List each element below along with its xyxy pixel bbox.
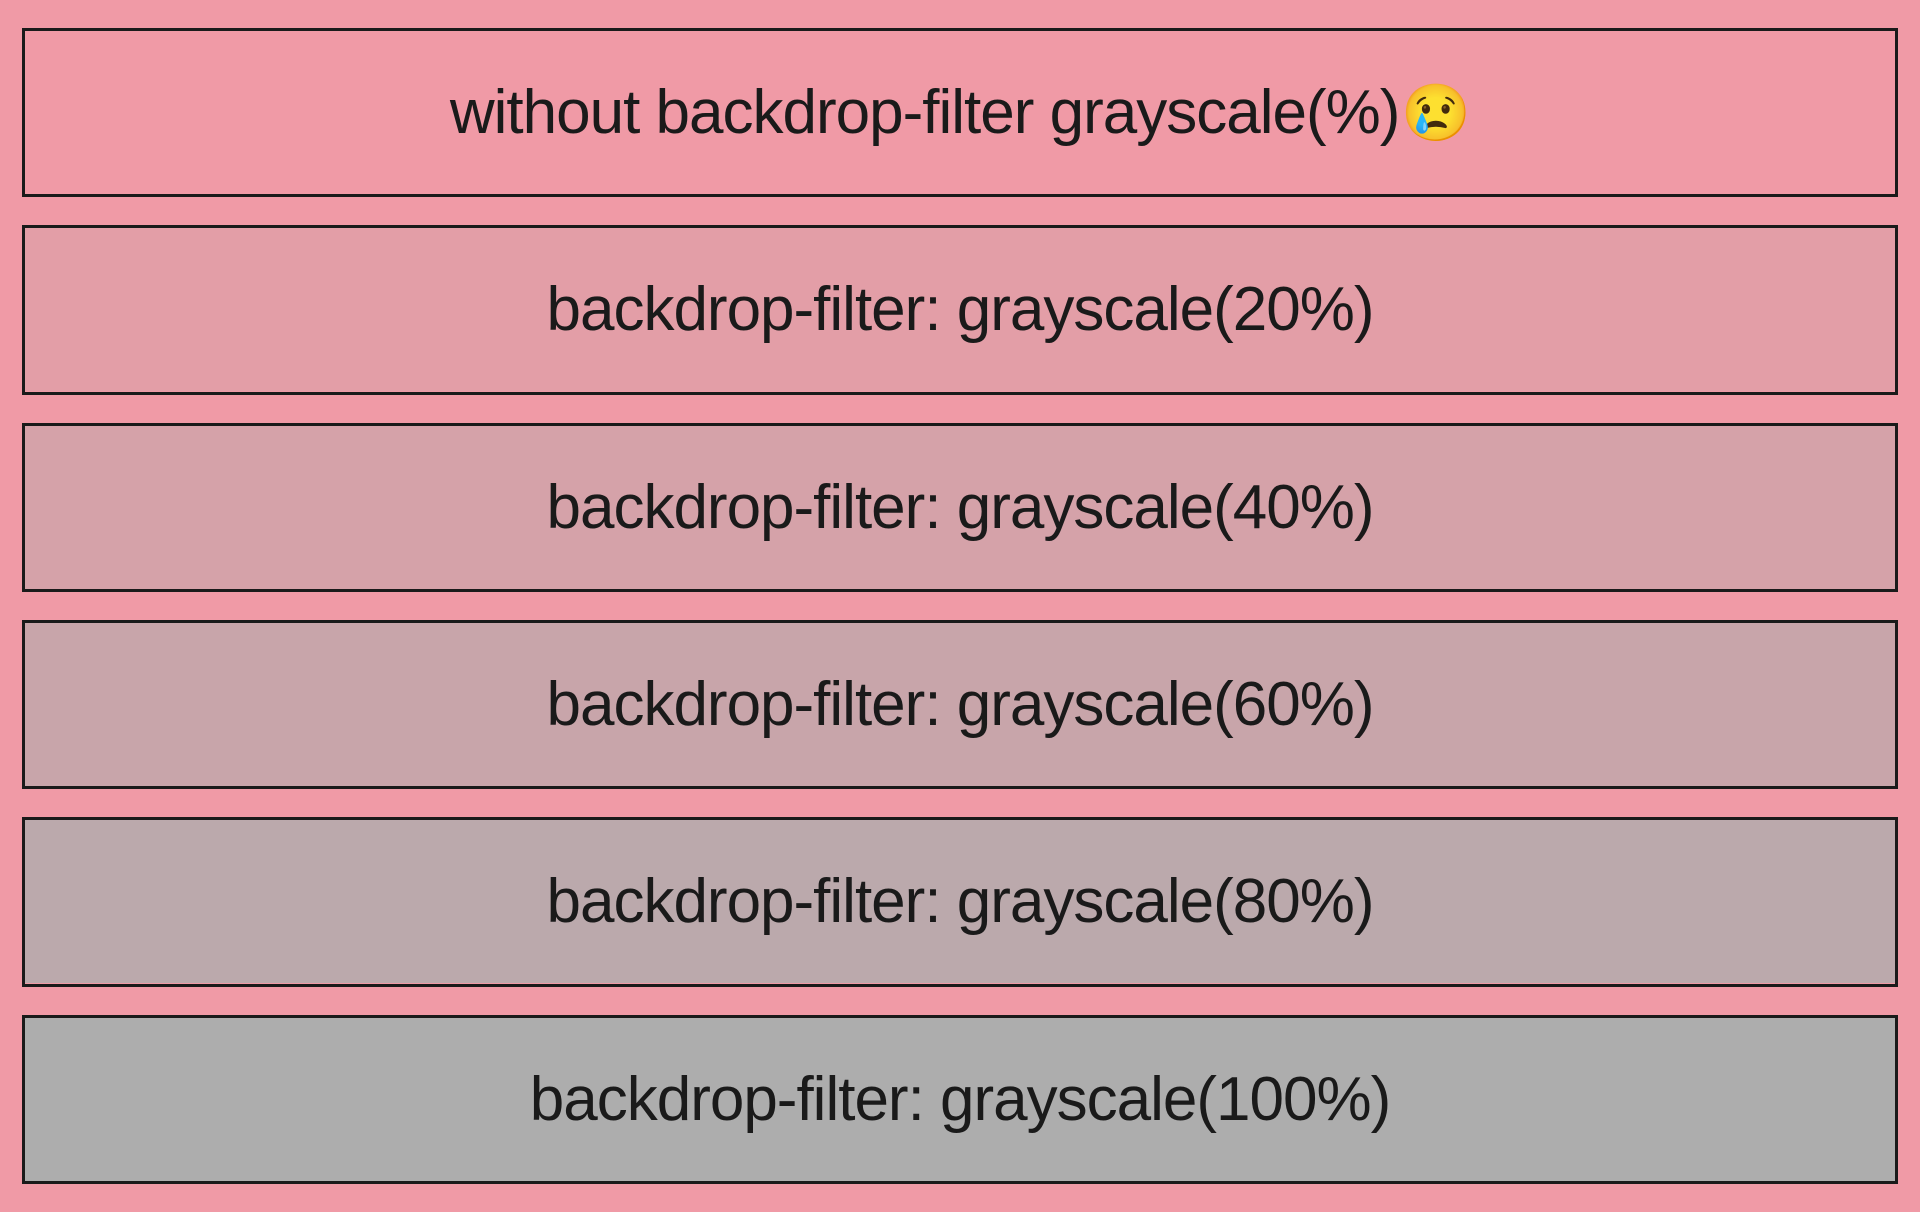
filter-row-100: backdrop-filter: grayscale(100%) [22,1015,1898,1184]
demo-stack: without backdrop-filter grayscale(%) 😢 b… [22,28,1898,1184]
filter-row-40: backdrop-filter: grayscale(40%) [22,423,1898,592]
row-label-text: backdrop-filter: grayscale(40%) [546,472,1373,543]
row-label-text: backdrop-filter: grayscale(100%) [530,1064,1391,1135]
filter-row-none: without backdrop-filter grayscale(%) 😢 [22,28,1898,197]
filter-row-60: backdrop-filter: grayscale(60%) [22,620,1898,789]
row-label: backdrop-filter: grayscale(80%) [546,866,1373,937]
filter-row-80: backdrop-filter: grayscale(80%) [22,817,1898,986]
row-label-text: backdrop-filter: grayscale(60%) [546,669,1373,740]
row-label: backdrop-filter: grayscale(20%) [546,274,1373,345]
row-label: backdrop-filter: grayscale(100%) [530,1064,1391,1135]
row-label: without backdrop-filter grayscale(%) 😢 [450,77,1470,148]
row-label-text: without backdrop-filter grayscale(%) [450,77,1400,148]
row-label: backdrop-filter: grayscale(40%) [546,472,1373,543]
crying-face-icon: 😢 [1401,80,1470,146]
row-label: backdrop-filter: grayscale(60%) [546,669,1373,740]
row-label-text: backdrop-filter: grayscale(80%) [546,866,1373,937]
filter-row-20: backdrop-filter: grayscale(20%) [22,225,1898,394]
row-label-text: backdrop-filter: grayscale(20%) [546,274,1373,345]
